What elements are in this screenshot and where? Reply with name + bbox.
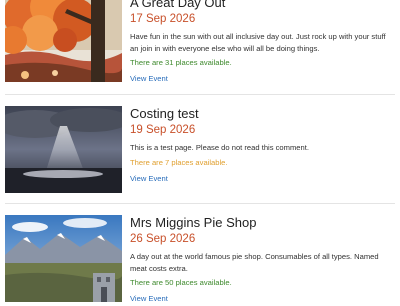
event-title: Costing test: [130, 106, 199, 121]
event-title: A Great Day Out: [130, 0, 226, 10]
event-image[interactable]: [5, 215, 122, 302]
view-event-link[interactable]: View Event: [130, 293, 168, 304]
divider: [5, 203, 395, 204]
autumn-tree-image: [5, 0, 122, 82]
event-date: 19 Sep 2026: [130, 124, 196, 136]
event-availability: There are 50 places available.: [130, 278, 232, 287]
event-availability: There are 7 places available.: [130, 157, 228, 167]
mountain-valley-image: [5, 215, 122, 302]
divider: [5, 94, 395, 95]
event-description: A day out at the world famous pie shop. …: [130, 252, 379, 273]
event-description: This is a test page. Please do not read …: [130, 143, 309, 152]
view-event-link[interactable]: View Event: [130, 173, 168, 184]
event-image[interactable]: [5, 0, 122, 82]
event-date: 17 Sep 2026: [130, 13, 196, 25]
event-description: Have fun in the sun with out all inclusi…: [130, 32, 386, 53]
event-date: 26 Sep 2026: [130, 233, 196, 245]
event-info: Mrs Miggins Pie Shop 26 Sep 2026 A day o…: [130, 215, 396, 306]
event-info: A Great Day Out 17 Sep 2026 Have fun in …: [130, 0, 396, 86]
event-title: Mrs Miggins Pie Shop: [130, 215, 257, 230]
stormy-sea-image: [5, 106, 122, 193]
event-image[interactable]: [5, 106, 122, 193]
view-event-link[interactable]: View Event: [130, 73, 168, 84]
event-info: Costing test 19 Sep 2026 This is a test …: [130, 106, 396, 186]
event-availability: There are 31 places available.: [130, 58, 232, 67]
